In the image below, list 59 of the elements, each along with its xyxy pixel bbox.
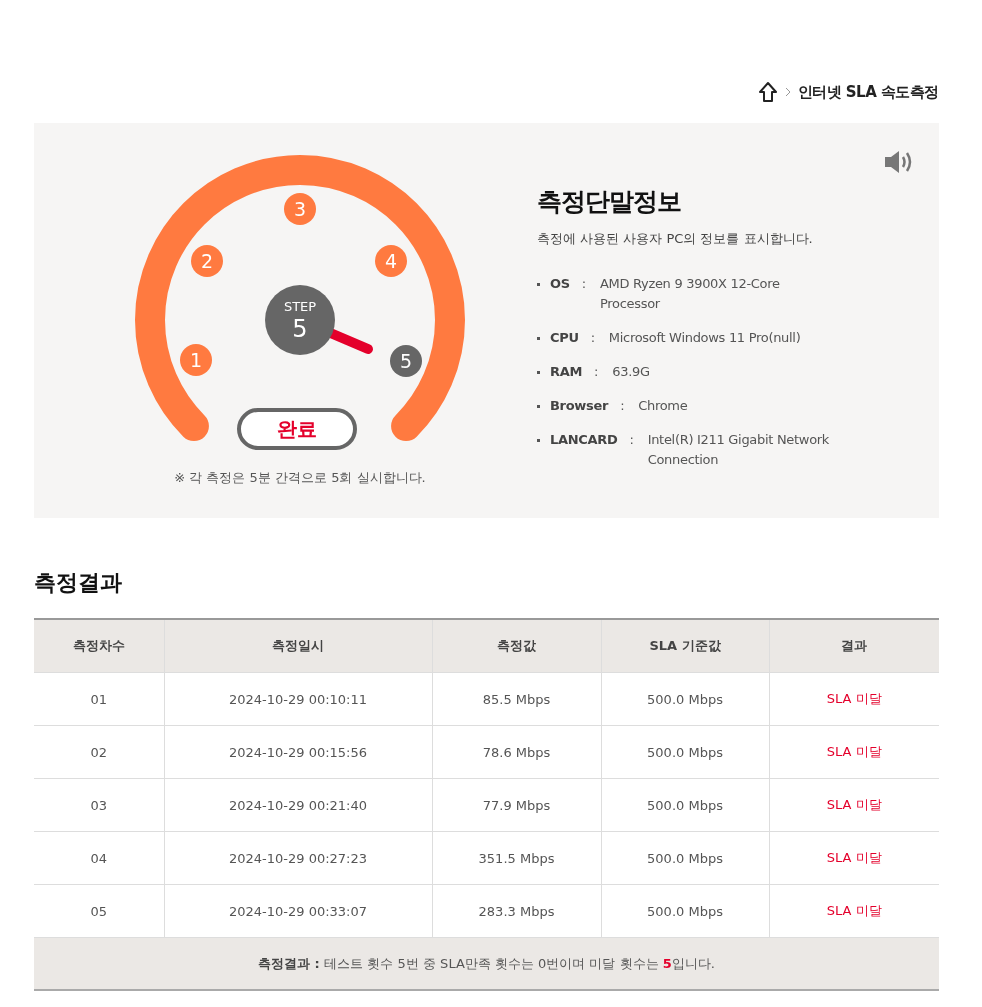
info-label: LANCARD — [550, 431, 618, 449]
results-title: 측정결과 — [34, 569, 123, 597]
column-header: 결과 — [769, 619, 939, 673]
column-header: 측정일시 — [164, 619, 432, 673]
table-cell: 500.0 Mbps — [601, 672, 769, 726]
table-cell: SLA 미달 — [769, 831, 939, 885]
table-cell: 01 — [34, 672, 164, 726]
info-subtitle: 측정에 사용된 사용자 PC의 정보를 표시합니다. — [537, 230, 814, 248]
table-cell: 2024-10-29 00:21:40 — [164, 778, 432, 832]
table-cell: 04 — [34, 831, 164, 885]
separator: : — [594, 363, 599, 381]
table-cell: 500.0 Mbps — [601, 831, 769, 885]
info-label: OS — [550, 275, 570, 293]
table-cell: 02 — [34, 725, 164, 779]
info-label: CPU — [550, 329, 579, 347]
info-value: Microsoft Windows 11 Pro(null) — [608, 329, 802, 347]
column-header: SLA 기준값 — [601, 619, 769, 673]
table-cell: 2024-10-29 00:15:56 — [164, 725, 432, 779]
step-marker: 1 — [180, 344, 212, 376]
separator: : — [620, 397, 625, 415]
table-cell: 78.6 Mbps — [432, 725, 601, 779]
info-value: AMD Ryzen 9 3900X 12-Core Processor — [599, 275, 781, 313]
chevron-icon — [784, 87, 792, 97]
info-value: 63.9G — [612, 363, 651, 381]
bullet-icon — [537, 439, 540, 442]
info-value: Chrome — [638, 397, 689, 415]
table-cell: SLA 미달 — [769, 725, 939, 779]
info-label: Browser — [550, 397, 609, 415]
table-cell: 500.0 Mbps — [601, 778, 769, 832]
info-title: 측정단말정보 — [537, 186, 682, 218]
table-cell: 2024-10-29 00:10:11 — [164, 672, 432, 726]
summary-text: 측정결과 : 테스트 횟수 5번 중 SLA만족 횟수는 0번이며 미달 횟수는 5입니다. — [34, 937, 939, 990]
table-cell: 2024-10-29 00:27:23 — [164, 831, 432, 885]
table-cell: 03 — [34, 778, 164, 832]
column-header: 측정차수 — [34, 619, 164, 673]
table-cell: 77.9 Mbps — [432, 778, 601, 832]
info-label: RAM — [550, 363, 583, 381]
step-indicator: STEP 5 — [265, 285, 335, 355]
table-cell: 85.5 Mbps — [432, 672, 601, 726]
status-label: 완료 — [237, 408, 357, 450]
table-cell: 351.5 Mbps — [432, 831, 601, 885]
step-marker: 3 — [284, 193, 316, 225]
bullet-icon — [537, 405, 540, 408]
table-cell: SLA 미달 — [769, 778, 939, 832]
bullet-icon — [537, 283, 540, 286]
step-marker: 2 — [191, 245, 223, 277]
separator: : — [590, 329, 595, 347]
info-value: Intel(R) I211 Gigabit Network Connection — [647, 431, 831, 469]
step-marker: 4 — [375, 245, 407, 277]
separator: : — [629, 431, 634, 449]
step-marker: 5 — [390, 345, 422, 377]
table-cell: 500.0 Mbps — [601, 725, 769, 779]
bullet-icon — [537, 371, 540, 374]
table-cell: SLA 미달 — [769, 672, 939, 726]
column-header: 측정값 — [432, 619, 601, 673]
bullet-icon — [537, 337, 540, 340]
separator: : — [581, 275, 586, 293]
breadcrumb-current: 인터넷 SLA 속도측정 — [797, 82, 939, 102]
measurement-note: ※ 각 측정은 5분 간격으로 5회 실시합니다. — [174, 469, 426, 487]
